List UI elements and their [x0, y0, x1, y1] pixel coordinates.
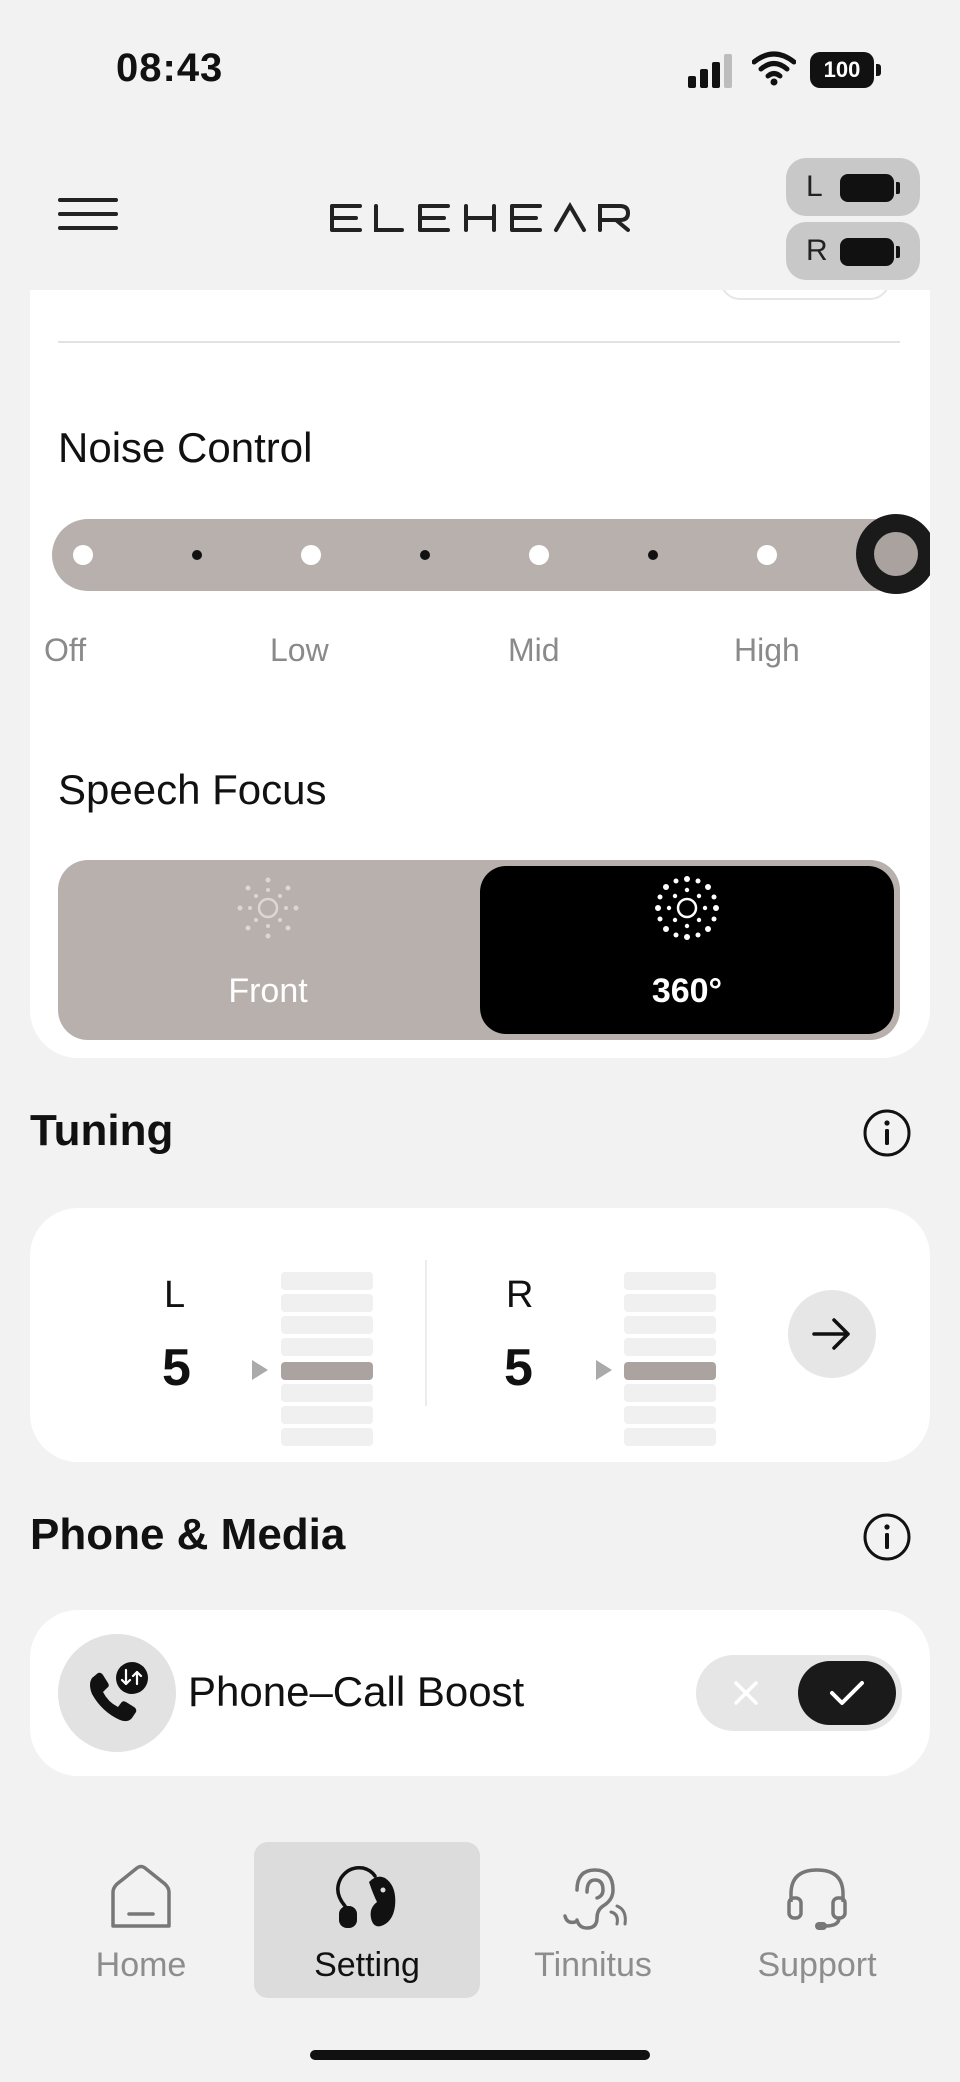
phone-call-boost-toggle[interactable] [696, 1655, 902, 1731]
noise-step[interactable] [301, 545, 321, 565]
tab-label: Home [95, 1946, 187, 1984]
tab-setting[interactable]: Setting [254, 1842, 480, 1998]
tab-label: Tinnitus [534, 1946, 652, 1984]
tuning-right-scale [624, 1272, 716, 1448]
phone-call-boost-label: Phone–Call Boost [188, 1668, 525, 1715]
tab-support[interactable]: Support [704, 1842, 930, 1998]
360-focus-icon [655, 876, 719, 940]
noise-step[interactable] [648, 550, 658, 560]
speech-focus-front-option[interactable]: Front [58, 860, 478, 1040]
noise-step[interactable] [420, 550, 430, 560]
noise-control-slider[interactable] [52, 514, 930, 594]
battery-icon [840, 174, 894, 202]
arrow-right-icon [812, 1318, 850, 1350]
tuning-left-scale [281, 1272, 373, 1448]
tuning-right-active-level [624, 1362, 716, 1380]
tuning-right-ear-label: R [506, 1274, 534, 1316]
hamburger-menu-icon[interactable] [58, 198, 118, 234]
noise-control-title: Noise Control [58, 424, 313, 471]
tuning-heading: Tuning [30, 1106, 174, 1155]
home-icon [111, 1864, 171, 1928]
tuning-left-ear-label: L [164, 1274, 186, 1316]
phone-boost-icon [58, 1634, 176, 1752]
noise-label-high: High [734, 632, 800, 668]
brand-logo [330, 202, 630, 232]
speech-focus-360-option[interactable]: 360° [480, 866, 894, 1034]
tab-tinnitus[interactable]: Tinnitus [480, 1842, 706, 1998]
app-header: L R [0, 150, 960, 290]
front-focus-icon [237, 877, 299, 939]
speech-focus-segmented-control: Front 360° [58, 860, 900, 1040]
check-icon [830, 1681, 864, 1705]
divider [58, 341, 900, 343]
tuning-card[interactable]: L 5 R 5 [30, 1208, 930, 1462]
sound-settings-card: Noise Control Off Low Mid High Speech Fo… [30, 290, 930, 1058]
tuning-left-active-level [281, 1362, 373, 1380]
360-label: 360° [651, 972, 723, 1010]
noise-label-mid: Mid [508, 632, 560, 668]
noise-step[interactable] [757, 545, 777, 565]
noise-label-off: Off [44, 632, 87, 668]
bottom-tab-bar: Home Setting Tinnitus Support [0, 1830, 960, 2030]
left-ear-status[interactable]: L [786, 158, 920, 216]
status-time: 08:43 [116, 46, 224, 90]
tuning-left-value: 5 [162, 1339, 191, 1397]
info-icon[interactable] [862, 1108, 912, 1158]
level-indicator-icon [596, 1360, 612, 1380]
level-indicator-icon [252, 1360, 268, 1380]
tab-label: Setting [314, 1946, 420, 1984]
noise-label-low: Low [270, 632, 329, 668]
battery-icon [840, 238, 894, 266]
battery-level: 100 [810, 52, 874, 88]
tab-home[interactable]: Home [28, 1842, 254, 1998]
info-icon[interactable] [862, 1512, 912, 1562]
close-icon[interactable] [724, 1671, 768, 1715]
front-label: Front [228, 972, 308, 1010]
tab-label: Support [757, 1946, 877, 1984]
phone-media-heading: Phone & Media [30, 1510, 346, 1559]
toggle-on-state[interactable] [798, 1661, 896, 1725]
ear-icon [563, 1868, 627, 1930]
home-indicator [310, 2050, 650, 2060]
signal-icon [688, 54, 732, 88]
ear-letter: R [806, 234, 828, 267]
noise-step[interactable] [73, 545, 93, 565]
tuning-right-value: 5 [504, 1339, 533, 1397]
noise-step[interactable] [529, 545, 549, 565]
wifi-icon [752, 51, 796, 86]
ear-letter: L [806, 170, 823, 203]
headset-icon [787, 1868, 847, 1930]
battery-icon: 100 [810, 52, 881, 88]
divider [425, 1260, 427, 1406]
tuning-open-button[interactable] [788, 1290, 876, 1378]
right-ear-status[interactable]: R [786, 222, 920, 280]
noise-step[interactable] [192, 550, 202, 560]
speech-focus-title: Speech Focus [58, 766, 327, 813]
status-bar: 08:43 100 [0, 0, 960, 140]
scrolled-control [720, 290, 890, 300]
phone-call-boost-card: Phone–Call Boost [30, 1610, 930, 1776]
hearing-aid-icon [336, 1865, 396, 1928]
noise-slider-thumb[interactable] [856, 514, 930, 594]
